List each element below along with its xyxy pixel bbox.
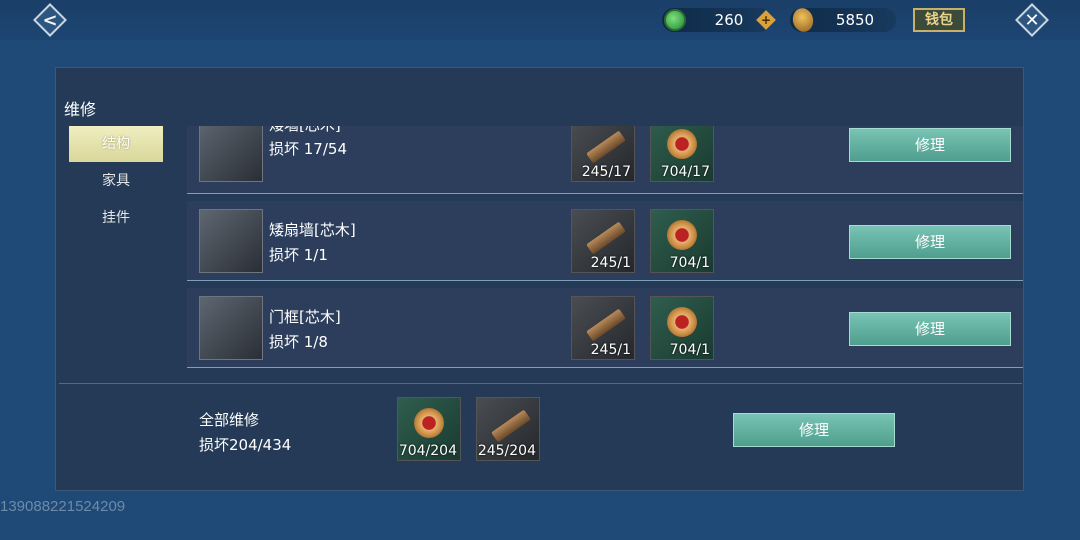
wood-material: 245/1 xyxy=(571,209,635,273)
chevron-left-icon: < xyxy=(42,9,58,31)
material-quantity: 245/1 xyxy=(590,342,631,358)
divider xyxy=(59,383,1022,384)
user-id-watermark: 13908822152420​9 xyxy=(0,498,126,515)
wood-plank-icon xyxy=(491,409,531,443)
panel-title: 维修 xyxy=(64,100,97,119)
gold-icon xyxy=(787,4,819,36)
wood-material: 245/204 xyxy=(476,397,540,461)
log-material: 704/1 xyxy=(650,296,714,360)
material-quantity: 704/204 xyxy=(398,443,457,459)
repair-all-damage: 损坏204/434 xyxy=(199,436,292,454)
wood-material: 245/17 xyxy=(571,126,635,182)
wood-material: 245/1 xyxy=(571,296,635,360)
item-thumbnail xyxy=(199,126,263,182)
list-item: 矮墙[芯木] 损坏 17/54 245/17 704/17 修理 xyxy=(187,126,1023,194)
tab-structure[interactable]: 结构 xyxy=(69,126,163,162)
repair-button[interactable]: 修理 xyxy=(849,128,1011,162)
log-icon xyxy=(667,220,697,250)
tab-hanging[interactable]: 挂件 xyxy=(69,200,163,236)
material-quantity: 704/1 xyxy=(669,342,710,358)
repair-button[interactable]: 修理 xyxy=(849,225,1011,259)
wood-plank-icon xyxy=(586,221,626,255)
jade-icon xyxy=(664,9,686,31)
log-material: 704/1 xyxy=(650,209,714,273)
repair-list[interactable]: 矮墙[芯木] 损坏 17/54 245/17 704/17 修理 矮扇墙[芯木]… xyxy=(187,126,1023,376)
repair-panel: 维修 结构 家具 挂件 矮墙[芯木] 损坏 17/54 245/17 704/1… xyxy=(55,67,1024,491)
item-damage: 损坏 1/1 xyxy=(269,246,328,264)
item-damage: 损坏 17/54 xyxy=(269,140,347,158)
material-quantity: 704/1 xyxy=(669,255,710,271)
log-icon xyxy=(667,307,697,337)
list-item: 矮扇墙[芯木] 损坏 1/1 245/1 704/1 修理 xyxy=(187,201,1023,281)
list-item: 门框[芯木] 损坏 1/8 245/1 704/1 修理 xyxy=(187,288,1023,368)
repair-button[interactable]: 修理 xyxy=(849,312,1011,346)
close-button[interactable]: ✕ xyxy=(1014,3,1050,37)
item-name: 矮墙[芯木] xyxy=(269,126,341,135)
wood-plank-icon xyxy=(586,308,626,342)
log-material: 704/17 xyxy=(650,126,714,182)
log-icon xyxy=(414,408,444,438)
item-name: 门框[芯木] xyxy=(269,308,341,326)
category-tabs: 结构 家具 挂件 xyxy=(69,126,163,237)
tab-furniture[interactable]: 家具 xyxy=(69,163,163,199)
back-button[interactable]: < xyxy=(32,3,68,37)
close-icon: ✕ xyxy=(1024,9,1040,31)
wallet-button[interactable]: 钱包 xyxy=(913,8,965,32)
item-thumbnail xyxy=(199,296,263,360)
item-damage: 损坏 1/8 xyxy=(269,333,328,351)
material-quantity: 245/204 xyxy=(477,443,536,459)
log-material: 704/204 xyxy=(397,397,461,461)
material-quantity: 245/1 xyxy=(590,255,631,271)
item-thumbnail xyxy=(199,209,263,273)
repair-all-title: 全部维修 xyxy=(199,411,260,429)
gold-currency: 5850 xyxy=(787,4,896,36)
material-quantity: 245/17 xyxy=(581,164,631,180)
repair-all-button[interactable]: 修理 xyxy=(733,413,895,447)
wood-plank-icon xyxy=(586,130,626,164)
gold-value: 5850 xyxy=(835,11,875,29)
material-quantity: 704/17 xyxy=(660,164,710,180)
top-bar: < 260 + 5850 钱包 ✕ xyxy=(0,0,1080,40)
log-icon xyxy=(667,129,697,159)
item-name: 矮扇墙[芯木] xyxy=(269,221,356,239)
